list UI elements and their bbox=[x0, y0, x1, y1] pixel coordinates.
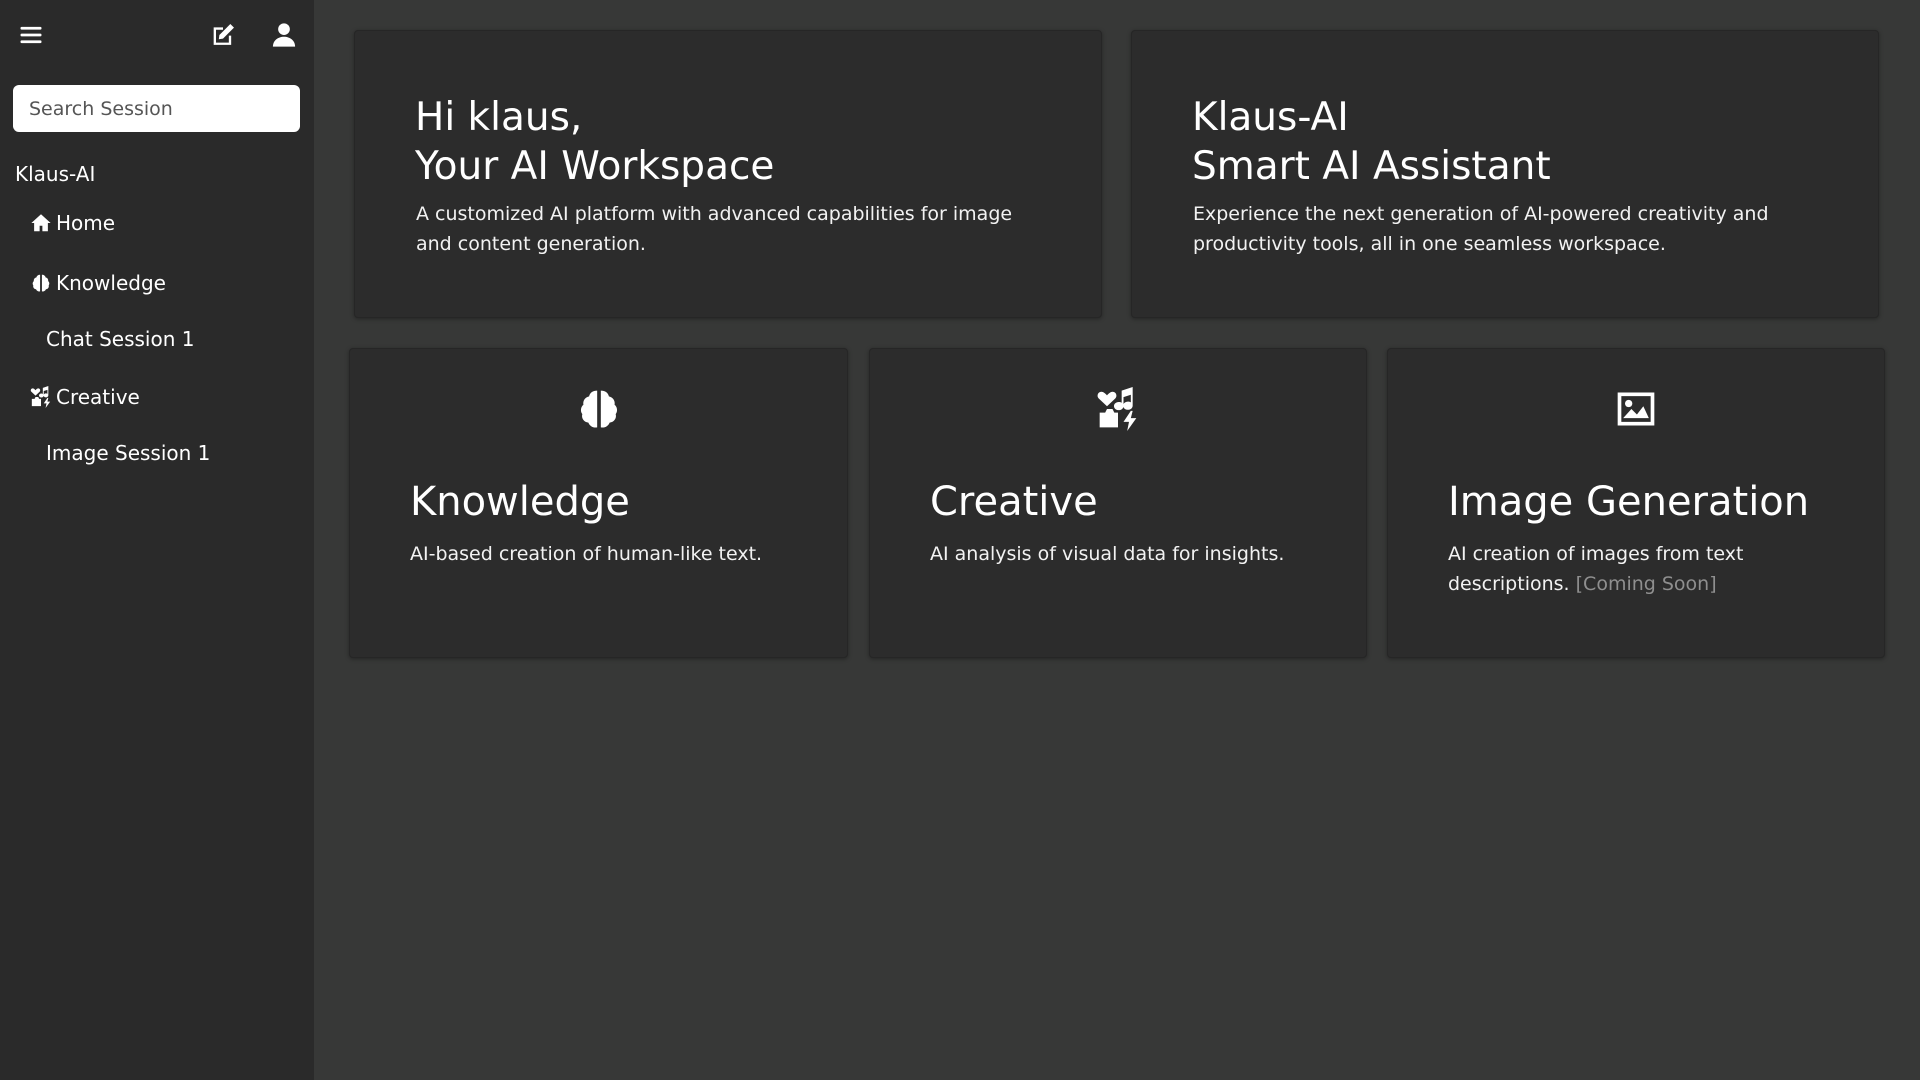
creative-icon bbox=[30, 386, 51, 408]
feature-card-image-generation[interactable]: Image Generation AI creation of images f… bbox=[1387, 348, 1885, 658]
sidebar-item-creative[interactable]: Creative bbox=[30, 385, 140, 409]
assistant-title: Klaus-AI Smart AI Assistant bbox=[1192, 93, 1551, 191]
assistant-card: Klaus-AI Smart AI Assistant Experience t… bbox=[1131, 30, 1879, 318]
sidebar-toolbar bbox=[0, 0, 314, 70]
sidebar-brand: Klaus-AI bbox=[15, 162, 96, 186]
sidebar-item-label: Knowledge bbox=[56, 271, 166, 295]
welcome-card: Hi klaus, Your AI Workspace A customized… bbox=[354, 30, 1102, 318]
sidebar-item-label: Home bbox=[56, 211, 116, 235]
app-root: Klaus-AI Home Knowledge Chat Session 1 C… bbox=[0, 0, 1920, 1080]
brain-icon bbox=[577, 387, 621, 431]
search-session-input[interactable] bbox=[13, 85, 300, 132]
sidebar-item-home[interactable]: Home bbox=[30, 211, 115, 235]
coming-soon-badge: [Coming Soon] bbox=[1575, 573, 1717, 595]
feature-title: Creative bbox=[930, 479, 1098, 525]
sidebar-item-knowledge[interactable]: Knowledge bbox=[30, 271, 166, 295]
welcome-title-line2: Your AI Workspace bbox=[415, 144, 775, 189]
welcome-title-line1: Hi klaus, bbox=[415, 95, 583, 140]
feature-title: Knowledge bbox=[410, 479, 630, 525]
feature-card-knowledge[interactable]: Knowledge AI-based creation of human-lik… bbox=[349, 348, 848, 658]
feature-description: AI creation of images from text descript… bbox=[1448, 539, 1848, 599]
feature-card-creative[interactable]: Creative AI analysis of visual data for … bbox=[869, 348, 1367, 658]
sidebar-item-chat-session[interactable]: Chat Session 1 bbox=[46, 327, 195, 351]
assistant-title-line2: Smart AI Assistant bbox=[1192, 144, 1551, 189]
new-session-edit-icon[interactable] bbox=[206, 18, 240, 52]
assistant-title-line1: Klaus-AI bbox=[1192, 95, 1349, 140]
welcome-title: Hi klaus, Your AI Workspace bbox=[415, 93, 774, 191]
feature-description: AI-based creation of human-like text. bbox=[410, 543, 763, 565]
creative-icon bbox=[1096, 387, 1140, 431]
sidebar-item-image-session[interactable]: Image Session 1 bbox=[46, 441, 210, 465]
feature-title: Image Generation bbox=[1448, 479, 1810, 525]
sidebar: Klaus-AI Home Knowledge Chat Session 1 C… bbox=[0, 0, 314, 1080]
feature-description: AI analysis of visual data for insights. bbox=[930, 543, 1285, 565]
home-icon bbox=[31, 214, 51, 232]
brain-icon bbox=[32, 274, 50, 292]
menu-icon[interactable] bbox=[14, 18, 48, 52]
sidebar-item-label: Creative bbox=[56, 385, 140, 409]
assistant-description: Experience the next generation of AI-pow… bbox=[1193, 203, 1769, 255]
user-icon[interactable] bbox=[267, 18, 301, 52]
welcome-description: A customized AI platform with advanced c… bbox=[416, 203, 1013, 255]
image-icon bbox=[1614, 387, 1658, 431]
